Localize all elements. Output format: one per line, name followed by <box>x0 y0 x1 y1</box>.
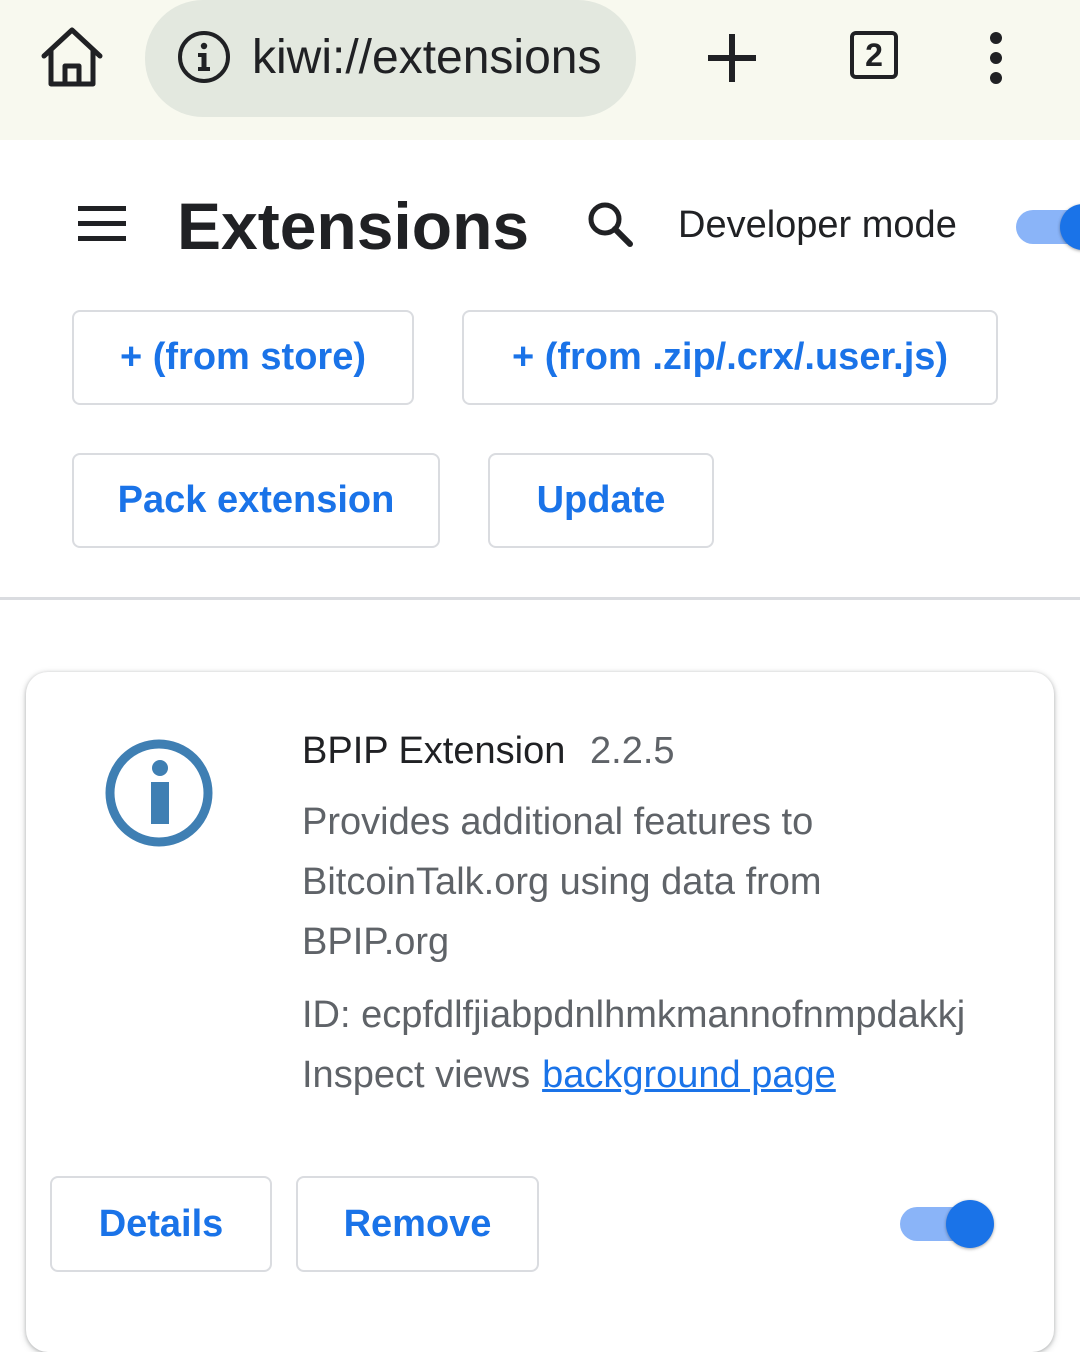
remove-button[interactable]: Remove <box>296 1176 539 1272</box>
extension-enable-toggle[interactable] <box>900 1200 996 1248</box>
hamburger-menu-icon[interactable] <box>76 204 128 244</box>
home-icon[interactable] <box>36 22 108 94</box>
page-title: Extensions <box>177 189 530 263</box>
add-from-file-button[interactable]: + (from .zip/.crx/.user.js) <box>462 310 998 405</box>
extension-name: BPIP Extension <box>302 730 566 772</box>
developer-mode-toggle[interactable] <box>1016 204 1080 250</box>
details-button[interactable]: Details <box>50 1176 272 1272</box>
developer-mode-label: Developer mode <box>678 204 957 246</box>
url-text[interactable]: kiwi://extensions <box>252 28 601 88</box>
extension-version: 2.2.5 <box>590 730 675 772</box>
plus-icon[interactable] <box>702 28 762 88</box>
extension-description: Provides additional features to BitcoinT… <box>302 801 822 963</box>
toggle-knob <box>946 1200 994 1248</box>
add-from-store-button[interactable]: + (from store) <box>72 310 414 405</box>
tab-switcher-button[interactable]: 2 <box>850 31 898 79</box>
pack-extension-button[interactable]: Pack extension <box>72 453 440 548</box>
extension-id: ID: ecpfdlfjiabpdnlhmkmannofnmpdakkj <box>302 994 966 1036</box>
inspect-views-label: Inspect views <box>302 1054 531 1096</box>
background-page-link[interactable]: background page <box>542 1054 836 1096</box>
more-vert-icon[interactable] <box>980 30 1012 86</box>
divider <box>0 597 1080 600</box>
search-icon[interactable] <box>584 198 636 250</box>
update-button[interactable]: Update <box>488 453 714 548</box>
inspect-views-row: Inspect views background page <box>302 1050 836 1100</box>
site-info-icon[interactable] <box>177 30 231 84</box>
info-icon <box>104 738 214 848</box>
